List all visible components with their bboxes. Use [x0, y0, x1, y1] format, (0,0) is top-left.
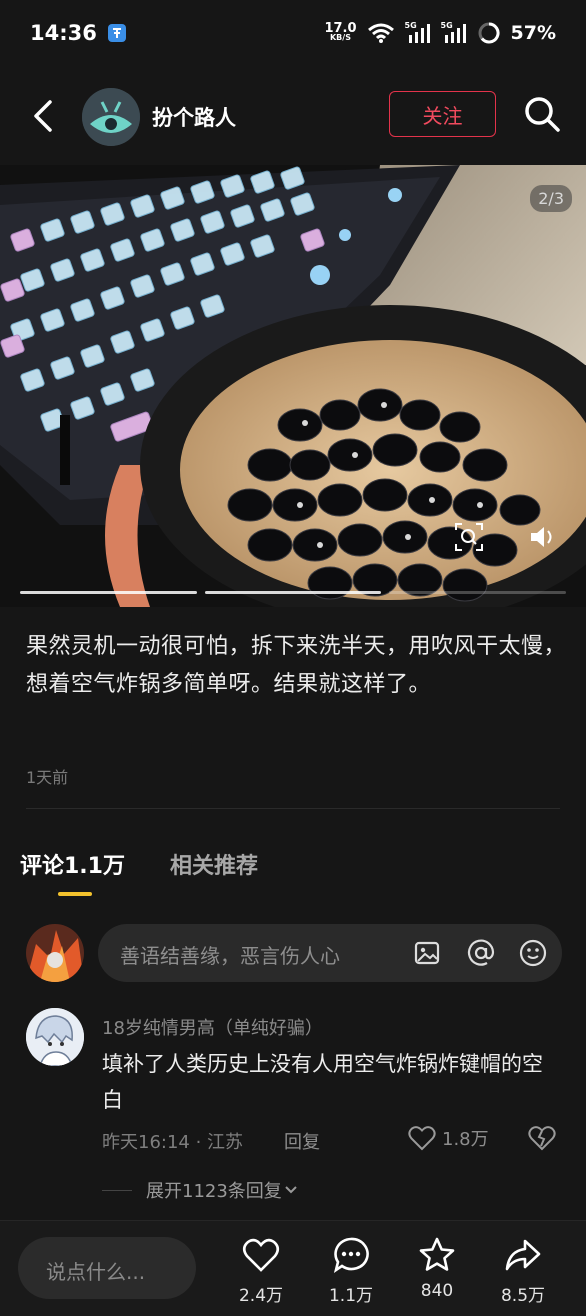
progress-segment-3: [389, 591, 567, 594]
comment-input[interactable]: 善语结善缘，恶言伤人心: [98, 924, 562, 982]
keyboard-airfryer-photo: [0, 165, 586, 607]
comment-count: 1.1万: [328, 1286, 374, 1306]
app-notification-icon: [107, 24, 126, 42]
like-button[interactable]: 2.4万: [226, 1235, 296, 1311]
favorite-button[interactable]: 840: [402, 1235, 472, 1311]
comment-button[interactable]: 1.1万: [316, 1235, 386, 1311]
author-name[interactable]: 扮个路人: [152, 102, 236, 132]
expand-replies-button[interactable]: 展开1123条回复: [102, 1177, 300, 1203]
comment-meta: 昨天16:14 · 江苏: [102, 1132, 244, 1153]
bottom-action-bar: 说点什么... 2.4万 1.1万 840 8.5万: [0, 1220, 586, 1316]
battery-percent: 57%: [510, 22, 556, 44]
follow-button[interactable]: 关注: [389, 91, 496, 137]
divider: [26, 808, 560, 809]
emoji-icon[interactable]: [518, 938, 548, 968]
author-avatar[interactable]: [82, 88, 140, 146]
broken-heart-icon[interactable]: [528, 1124, 556, 1152]
chevron-down-icon: [285, 1186, 297, 1194]
share-button[interactable]: 8.5万: [488, 1235, 558, 1311]
comment-like-count: 1.8万: [442, 1129, 489, 1150]
share-arrow-icon: [505, 1239, 541, 1271]
status-bar: 14:36 17.0 KB/S 5G 5G 57%: [0, 0, 586, 66]
progress-segment-1: [20, 591, 197, 594]
volume-icon[interactable]: [526, 520, 560, 554]
tab-related[interactable]: 相关推荐: [170, 848, 258, 880]
expand-line: [102, 1189, 132, 1191]
wifi-icon: [367, 23, 394, 43]
current-user-avatar[interactable]: [26, 924, 84, 982]
back-arrow-icon[interactable]: [26, 96, 62, 136]
tab-comments[interactable]: 评论1.1万: [20, 848, 125, 880]
post-time: 1天前: [26, 768, 69, 787]
image-progress-bar: [20, 591, 567, 595]
comment-username[interactable]: 18岁纯情男高（单纯好骗）: [102, 1014, 323, 1040]
favorite-count: 840: [420, 1281, 454, 1301]
status-indicators: 17.0 KB/S 5G 5G 57%: [324, 21, 556, 45]
quick-comment-input[interactable]: 说点什么...: [18, 1237, 196, 1299]
image-picker-icon[interactable]: [412, 938, 442, 968]
comment-bubble-icon: [333, 1237, 369, 1273]
progress-segment-2: [204, 591, 382, 594]
comment-text: 填补了人类历史上没有人用空气炸锅炸键帽的空白: [102, 1052, 543, 1112]
image-search-lens-icon[interactable]: [452, 520, 486, 554]
expand-replies-label: 展开1123条回复: [146, 1181, 282, 1202]
search-icon[interactable]: [522, 94, 562, 134]
comment-avatar-image: [26, 1008, 84, 1066]
signal-1-icon: 5G: [405, 21, 431, 43]
tab-active-indicator: [58, 892, 92, 896]
signal-2-icon: 5G: [441, 21, 467, 43]
current-user-avatar-image: [26, 924, 84, 982]
comment-input-placeholder: 善语结善缘，恶言伤人心: [120, 944, 340, 968]
share-count: 8.5万: [500, 1286, 546, 1306]
status-time: 14:36: [30, 21, 97, 45]
post-caption: 果然灵机一动很可怕，拆下来洗半天，用吹风干太慢，想着空气炸锅多简单呀。结果就这样…: [26, 634, 567, 697]
comment-user-avatar[interactable]: [26, 1008, 84, 1066]
post-header: 扮个路人 关注: [0, 72, 586, 160]
mention-at-icon[interactable]: [466, 938, 496, 968]
heart-outline-icon: [408, 1126, 436, 1151]
comment-reply-button[interactable]: 回复: [284, 1128, 320, 1154]
battery-icon: [478, 22, 500, 44]
like-count: 2.4万: [238, 1286, 284, 1306]
net-speed: 17.0 KB/S: [324, 21, 357, 42]
star-icon: [419, 1237, 455, 1271]
heart-icon: [242, 1238, 280, 1272]
author-avatar-image: [82, 88, 140, 146]
comment-like-button[interactable]: 1.8万: [408, 1125, 489, 1151]
quick-comment-placeholder: 说点什么...: [46, 1260, 146, 1284]
image-page-counter: 2/3: [530, 185, 572, 212]
post-image[interactable]: 2/3: [0, 165, 586, 607]
